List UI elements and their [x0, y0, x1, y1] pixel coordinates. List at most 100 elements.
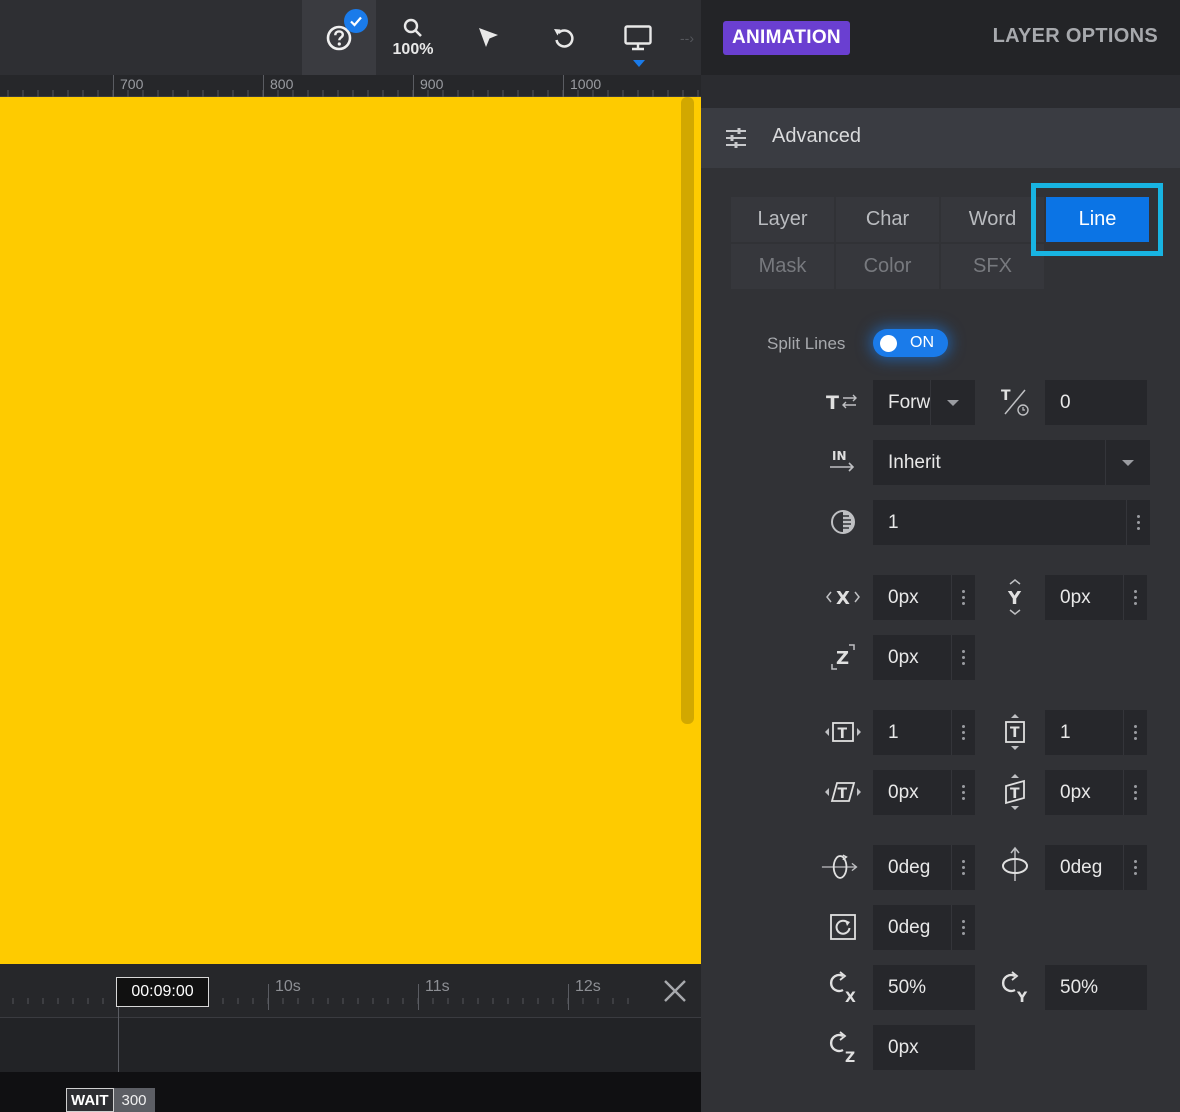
timeline-major-tick	[268, 984, 269, 1010]
chevron-down-icon[interactable]	[1105, 440, 1150, 485]
sliders-icon	[726, 128, 746, 148]
animation-panel: ANIMATION LAYER OPTIONS Advanced Layer C…	[701, 0, 1180, 1112]
more-options-icon[interactable]	[951, 905, 975, 950]
select-tool-button[interactable]	[450, 0, 526, 75]
rotate-y-field[interactable]: 0deg	[1045, 845, 1147, 890]
close-icon[interactable]	[662, 978, 688, 1004]
ruler-label: 1000	[570, 76, 602, 92]
rotate-z-icon	[823, 907, 863, 947]
undo-button[interactable]	[526, 0, 602, 75]
y-offset-value: 0px	[1060, 586, 1091, 608]
more-options-icon[interactable]	[951, 770, 975, 815]
skew-y-icon: T	[995, 772, 1035, 812]
more-options-icon[interactable]	[951, 710, 975, 755]
rotate-x-value: 0deg	[888, 856, 931, 878]
ruler-major-tick	[263, 75, 264, 97]
delay-icon: T	[995, 382, 1035, 422]
y-offset-field[interactable]: 0px	[1045, 575, 1147, 620]
split-tab-char[interactable]: Char	[836, 197, 939, 242]
scale-x-value: 1	[888, 721, 899, 743]
canvas-scrollbar[interactable]	[681, 97, 694, 724]
rotate-x-field[interactable]: 0deg	[873, 845, 975, 890]
z-offset-value: 0px	[888, 646, 919, 668]
rotate-z-field[interactable]: 0deg	[873, 905, 975, 950]
svg-text:IN: IN	[832, 449, 847, 463]
ruler-major-tick	[413, 75, 414, 97]
svg-text:Y: Y	[1016, 990, 1028, 1004]
x-offset-icon: X	[823, 577, 863, 617]
timeline-major-tick	[418, 984, 419, 1010]
svg-text:T: T	[1010, 725, 1020, 741]
tab-animation[interactable]: ANIMATION	[723, 21, 850, 55]
svg-text:T: T	[838, 786, 848, 802]
split-lines-toggle[interactable]: ON	[873, 329, 948, 357]
timecode-display[interactable]: 00:09:00	[116, 977, 209, 1007]
skew-x-field[interactable]: 0px	[873, 770, 975, 815]
origin-x-value: 50%	[888, 976, 927, 998]
more-options-icon[interactable]	[1123, 575, 1147, 620]
more-options-icon[interactable]	[951, 575, 975, 620]
more-options-icon[interactable]	[951, 845, 975, 890]
wait-marker[interactable]: WAIT 300	[66, 1088, 155, 1112]
split-lines-label: Split Lines	[767, 334, 846, 353]
y-offset-icon: Y	[995, 577, 1035, 617]
chevron-down-icon[interactable]	[930, 380, 975, 425]
split-tab-mask[interactable]: Mask	[731, 244, 834, 289]
svg-text:X: X	[836, 588, 850, 609]
split-tab-sfx[interactable]: SFX	[941, 244, 1044, 289]
zoom-button[interactable]: 100%	[376, 0, 450, 75]
rotate-z-value: 0deg	[888, 916, 931, 938]
tab-layer-options[interactable]: LAYER OPTIONS	[993, 25, 1158, 48]
scale-y-value: 1	[1060, 721, 1071, 743]
x-offset-field[interactable]: 0px	[873, 575, 975, 620]
more-options-icon[interactable]	[1123, 710, 1147, 755]
section-title: Advanced	[772, 125, 861, 147]
skew-y-field[interactable]: 0px	[1045, 770, 1147, 815]
device-active-marker	[633, 60, 645, 67]
z-offset-icon: Z	[823, 637, 863, 677]
canvas-toolbar: 100% ‑‑›	[0, 0, 701, 75]
more-options-icon[interactable]	[951, 635, 975, 680]
ruler-label: 700	[120, 76, 144, 92]
more-options-icon[interactable]	[1123, 770, 1147, 815]
yellow-layer-canvas[interactable]	[0, 97, 701, 964]
highlight-frame	[1031, 183, 1163, 256]
wait-label: WAIT	[66, 1088, 114, 1112]
origin-x-field[interactable]: 50%	[873, 965, 975, 1010]
origin-z-value: 0px	[888, 1036, 919, 1058]
ruler-label: 800	[270, 76, 294, 92]
scale-y-field[interactable]: 1	[1045, 710, 1147, 755]
origin-y-field[interactable]: 50%	[1045, 965, 1147, 1010]
timeline-major-tick	[568, 984, 569, 1010]
opacity-icon	[823, 502, 863, 542]
split-tab-word[interactable]: Word	[941, 197, 1044, 242]
delay-field[interactable]: 0	[1045, 380, 1147, 425]
z-offset-field[interactable]: 0px	[873, 635, 975, 680]
section-strip	[701, 75, 1180, 108]
ruler-major-tick	[563, 75, 564, 97]
advanced-section-header[interactable]: Advanced	[701, 108, 1180, 168]
direction-value: Forw	[888, 391, 931, 413]
skew-x-value: 0px	[888, 781, 919, 803]
help-button[interactable]	[302, 0, 376, 75]
more-options-icon[interactable]	[1126, 500, 1150, 545]
toggle-knob	[880, 335, 897, 352]
split-tab-layer[interactable]: Layer	[731, 197, 834, 242]
in-select[interactable]: Inherit	[873, 440, 1150, 485]
rotate-y-value: 0deg	[1060, 856, 1103, 878]
direction-select[interactable]: Forw	[873, 380, 975, 425]
more-arrow-icon: ‑‑›	[680, 30, 694, 46]
origin-z-field[interactable]: 0px	[873, 1025, 975, 1070]
timeline-label: 12s	[575, 978, 601, 995]
undo-icon	[554, 28, 574, 48]
svg-text:Y: Y	[1007, 588, 1022, 609]
scale-y-icon: T	[995, 712, 1035, 752]
more-options-icon[interactable]	[1123, 845, 1147, 890]
opacity-field[interactable]: 1	[873, 500, 1150, 545]
rotate-x-icon	[821, 847, 861, 887]
ruler-label: 900	[420, 76, 444, 92]
scale-x-field[interactable]: 1	[873, 710, 975, 755]
editor-window: 100% ‑‑› 700 800 900 1000 10s 11s 12s 00…	[0, 0, 1180, 1112]
origin-z-icon: Z	[823, 1027, 863, 1067]
split-tab-color[interactable]: Color	[836, 244, 939, 289]
